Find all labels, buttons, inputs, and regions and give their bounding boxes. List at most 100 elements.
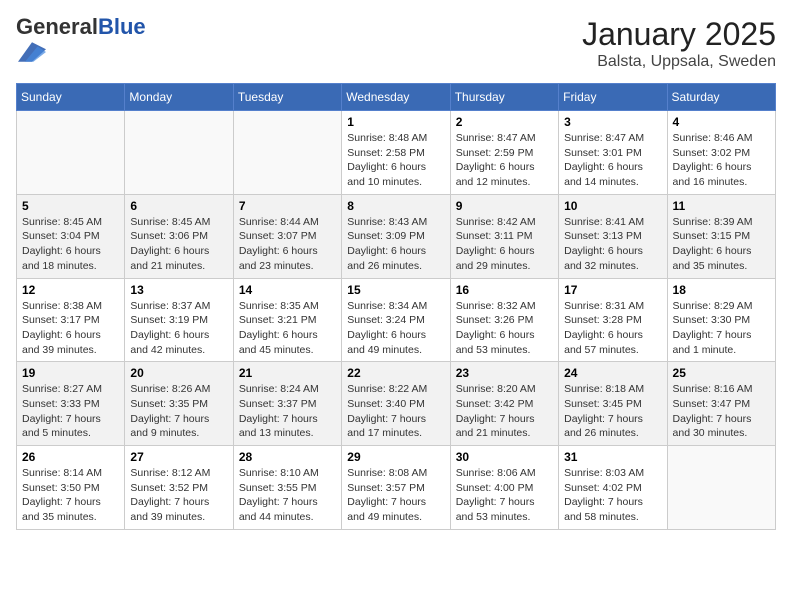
- day-info: Sunrise: 8:35 AM Sunset: 3:21 PM Dayligh…: [239, 299, 336, 358]
- day-info: Sunrise: 8:16 AM Sunset: 3:47 PM Dayligh…: [673, 382, 770, 441]
- day-number: 19: [22, 366, 119, 380]
- day-number: 21: [239, 366, 336, 380]
- day-info: Sunrise: 8:24 AM Sunset: 3:37 PM Dayligh…: [239, 382, 336, 441]
- calendar-week-row: 26 Sunrise: 8:14 AM Sunset: 3:50 PM Dayli…: [17, 446, 776, 530]
- calendar-cell: 25 Sunrise: 8:16 AM Sunset: 3:47 PM Dayli…: [667, 362, 775, 446]
- title-block: January 2025 Balsta, Uppsala, Sweden: [582, 16, 776, 71]
- calendar-cell: 8 Sunrise: 8:43 AM Sunset: 3:09 PM Daylig…: [342, 194, 450, 278]
- calendar-cell: 3 Sunrise: 8:47 AM Sunset: 3:01 PM Daylig…: [559, 111, 667, 195]
- day-info: Sunrise: 8:32 AM Sunset: 3:26 PM Dayligh…: [456, 299, 553, 358]
- calendar-cell: [17, 111, 125, 195]
- day-number: 24: [564, 366, 661, 380]
- calendar-cell: 9 Sunrise: 8:42 AM Sunset: 3:11 PM Daylig…: [450, 194, 558, 278]
- calendar-week-row: 5Sunrise: 8:45 AM Sunset: 3:04 PM Daylig…: [17, 194, 776, 278]
- day-info: Sunrise: 8:10 AM Sunset: 3:55 PM Dayligh…: [239, 466, 336, 525]
- day-info: Sunrise: 8:37 AM Sunset: 3:19 PM Dayligh…: [130, 299, 227, 358]
- day-info: Sunrise: 8:38 AM Sunset: 3:17 PM Dayligh…: [22, 299, 119, 358]
- day-info: Sunrise: 8:31 AM Sunset: 3:28 PM Dayligh…: [564, 299, 661, 358]
- day-number: 2: [456, 115, 553, 129]
- day-info: Sunrise: 8:44 AM Sunset: 3:07 PM Dayligh…: [239, 215, 336, 274]
- day-number: 13: [130, 283, 227, 297]
- calendar-week-row: 1Sunrise: 8:48 AM Sunset: 2:58 PM Daylig…: [17, 111, 776, 195]
- day-number: 23: [456, 366, 553, 380]
- calendar-cell: 2 Sunrise: 8:47 AM Sunset: 2:59 PM Daylig…: [450, 111, 558, 195]
- day-number: 1: [347, 115, 444, 129]
- calendar-cell: 7 Sunrise: 8:44 AM Sunset: 3:07 PM Daylig…: [233, 194, 341, 278]
- weekday-header-friday: Friday: [559, 84, 667, 111]
- day-number: 15: [347, 283, 444, 297]
- calendar-cell: 4 Sunrise: 8:46 AM Sunset: 3:02 PM Daylig…: [667, 111, 775, 195]
- calendar-cell: 16 Sunrise: 8:32 AM Sunset: 3:26 PM Dayli…: [450, 278, 558, 362]
- calendar-cell: 23 Sunrise: 8:20 AM Sunset: 3:42 PM Dayli…: [450, 362, 558, 446]
- day-number: 27: [130, 450, 227, 464]
- day-info: Sunrise: 8:06 AM Sunset: 4:00 PM Dayligh…: [456, 466, 553, 525]
- calendar-cell: 19 Sunrise: 8:27 AM Sunset: 3:33 PM Dayli…: [17, 362, 125, 446]
- logo: GeneralBlue: [16, 16, 146, 71]
- logo-blue-text: Blue: [98, 14, 146, 39]
- day-info: Sunrise: 8:46 AM Sunset: 3:02 PM Dayligh…: [673, 131, 770, 190]
- day-number: 22: [347, 366, 444, 380]
- calendar-cell: 29 Sunrise: 8:08 AM Sunset: 3:57 PM Dayli…: [342, 446, 450, 530]
- day-number: 12: [22, 283, 119, 297]
- day-number: 16: [456, 283, 553, 297]
- calendar-cell: 14Sunrise: 8:35 AM Sunset: 3:21 PM Dayli…: [233, 278, 341, 362]
- day-number: 8: [347, 199, 444, 213]
- day-info: Sunrise: 8:47 AM Sunset: 2:59 PM Dayligh…: [456, 131, 553, 190]
- calendar-cell: 26 Sunrise: 8:14 AM Sunset: 3:50 PM Dayli…: [17, 446, 125, 530]
- calendar-cell: 13 Sunrise: 8:37 AM Sunset: 3:19 PM Dayli…: [125, 278, 233, 362]
- day-number: 5: [22, 199, 119, 213]
- weekday-header-sunday: Sunday: [17, 84, 125, 111]
- logo-general-text: General: [16, 14, 98, 39]
- logo-icon: [18, 38, 46, 66]
- calendar-cell: 5Sunrise: 8:45 AM Sunset: 3:04 PM Daylig…: [17, 194, 125, 278]
- calendar-cell: [233, 111, 341, 195]
- calendar-header: SundayMondayTuesdayWednesdayThursdayFrid…: [17, 84, 776, 111]
- day-info: Sunrise: 8:03 AM Sunset: 4:02 PM Dayligh…: [564, 466, 661, 525]
- weekday-header-saturday: Saturday: [667, 84, 775, 111]
- day-info: Sunrise: 8:22 AM Sunset: 3:40 PM Dayligh…: [347, 382, 444, 441]
- calendar-subtitle: Balsta, Uppsala, Sweden: [582, 53, 776, 71]
- weekday-header-monday: Monday: [125, 84, 233, 111]
- day-number: 10: [564, 199, 661, 213]
- day-info: Sunrise: 8:14 AM Sunset: 3:50 PM Dayligh…: [22, 466, 119, 525]
- calendar-cell: 17Sunrise: 8:31 AM Sunset: 3:28 PM Dayli…: [559, 278, 667, 362]
- calendar-cell: 24Sunrise: 8:18 AM Sunset: 3:45 PM Dayli…: [559, 362, 667, 446]
- calendar-cell: 1Sunrise: 8:48 AM Sunset: 2:58 PM Daylig…: [342, 111, 450, 195]
- day-info: Sunrise: 8:12 AM Sunset: 3:52 PM Dayligh…: [130, 466, 227, 525]
- day-info: Sunrise: 8:43 AM Sunset: 3:09 PM Dayligh…: [347, 215, 444, 274]
- calendar-title: January 2025: [582, 16, 776, 53]
- calendar-week-row: 12 Sunrise: 8:38 AM Sunset: 3:17 PM Dayli…: [17, 278, 776, 362]
- day-info: Sunrise: 8:42 AM Sunset: 3:11 PM Dayligh…: [456, 215, 553, 274]
- calendar-cell: 10 Sunrise: 8:41 AM Sunset: 3:13 PM Dayli…: [559, 194, 667, 278]
- calendar-cell: 28Sunrise: 8:10 AM Sunset: 3:55 PM Dayli…: [233, 446, 341, 530]
- day-number: 7: [239, 199, 336, 213]
- calendar-cell: 12 Sunrise: 8:38 AM Sunset: 3:17 PM Dayli…: [17, 278, 125, 362]
- day-number: 26: [22, 450, 119, 464]
- calendar-cell: 20Sunrise: 8:26 AM Sunset: 3:35 PM Dayli…: [125, 362, 233, 446]
- day-info: Sunrise: 8:47 AM Sunset: 3:01 PM Dayligh…: [564, 131, 661, 190]
- day-info: Sunrise: 8:20 AM Sunset: 3:42 PM Dayligh…: [456, 382, 553, 441]
- day-number: 11: [673, 199, 770, 213]
- day-number: 25: [673, 366, 770, 380]
- day-number: 9: [456, 199, 553, 213]
- day-info: Sunrise: 8:41 AM Sunset: 3:13 PM Dayligh…: [564, 215, 661, 274]
- calendar-cell: 31 Sunrise: 8:03 AM Sunset: 4:02 PM Dayli…: [559, 446, 667, 530]
- weekday-header-wednesday: Wednesday: [342, 84, 450, 111]
- calendar-body: 1Sunrise: 8:48 AM Sunset: 2:58 PM Daylig…: [17, 111, 776, 530]
- day-info: Sunrise: 8:39 AM Sunset: 3:15 PM Dayligh…: [673, 215, 770, 274]
- day-number: 18: [673, 283, 770, 297]
- calendar-cell: 27 Sunrise: 8:12 AM Sunset: 3:52 PM Dayli…: [125, 446, 233, 530]
- day-number: 4: [673, 115, 770, 129]
- calendar-cell: [125, 111, 233, 195]
- day-info: Sunrise: 8:08 AM Sunset: 3:57 PM Dayligh…: [347, 466, 444, 525]
- page-header: GeneralBlue January 2025 Balsta, Uppsala…: [16, 16, 776, 71]
- day-number: 30: [456, 450, 553, 464]
- day-info: Sunrise: 8:34 AM Sunset: 3:24 PM Dayligh…: [347, 299, 444, 358]
- calendar-cell: 22 Sunrise: 8:22 AM Sunset: 3:40 PM Dayli…: [342, 362, 450, 446]
- day-info: Sunrise: 8:27 AM Sunset: 3:33 PM Dayligh…: [22, 382, 119, 441]
- day-number: 31: [564, 450, 661, 464]
- weekday-header-thursday: Thursday: [450, 84, 558, 111]
- day-info: Sunrise: 8:29 AM Sunset: 3:30 PM Dayligh…: [673, 299, 770, 358]
- day-number: 29: [347, 450, 444, 464]
- day-number: 3: [564, 115, 661, 129]
